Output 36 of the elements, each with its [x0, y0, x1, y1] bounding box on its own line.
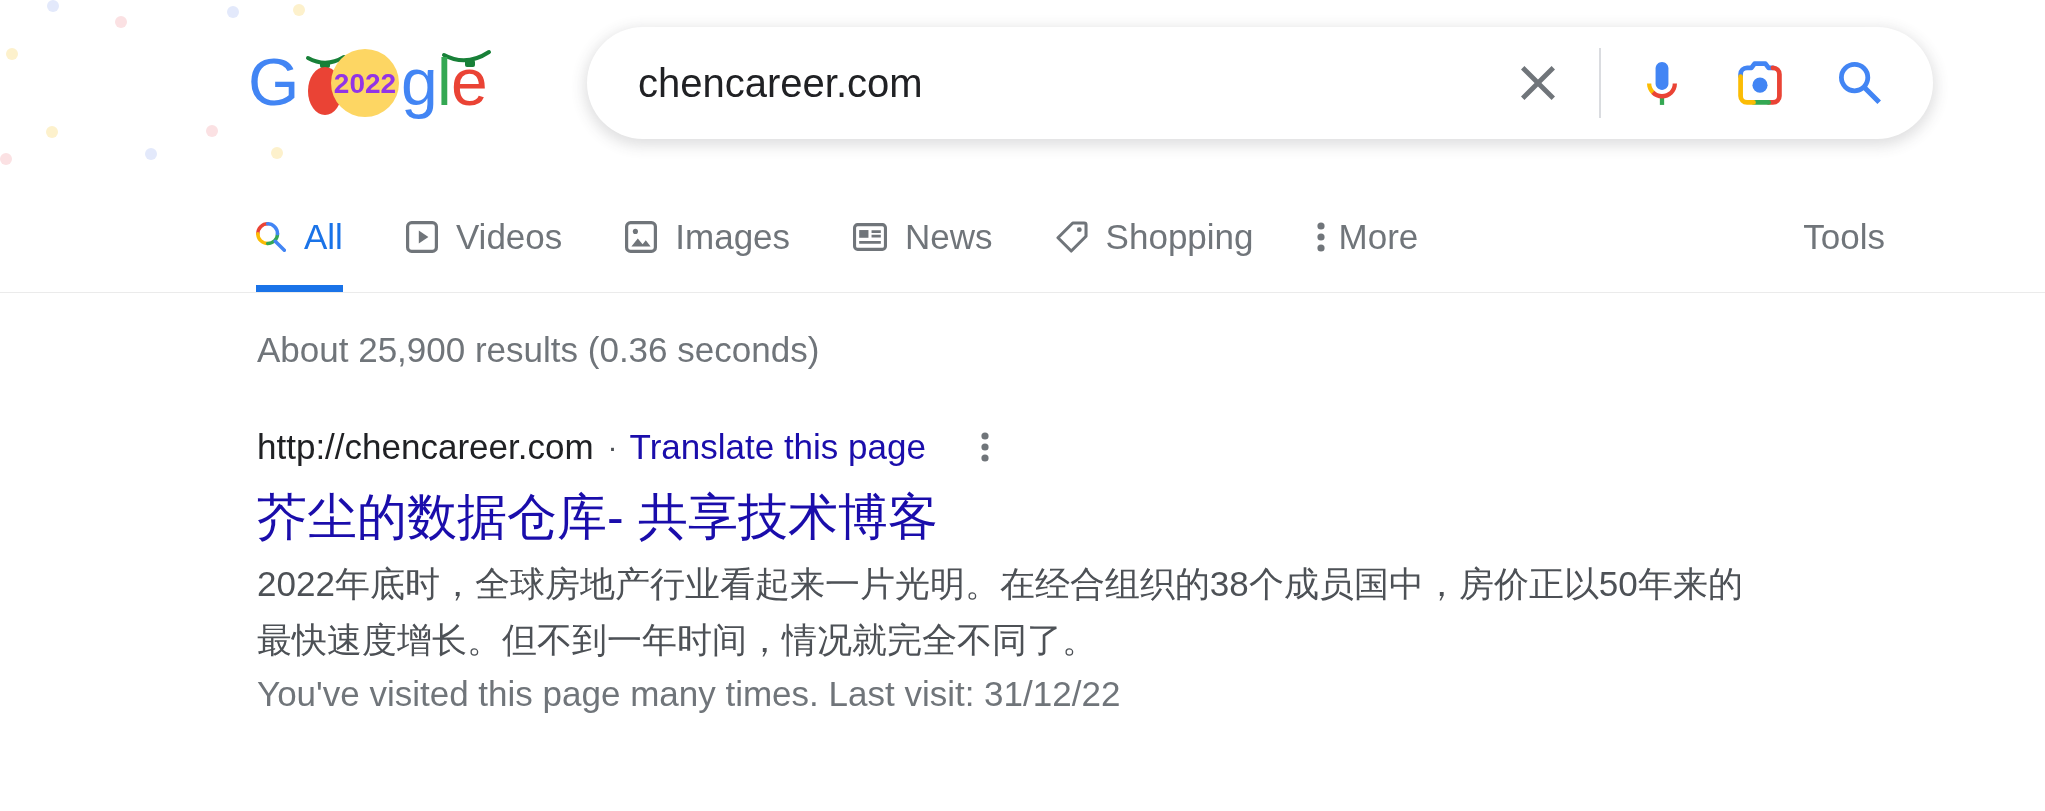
image-icon [625, 221, 658, 253]
translate-link[interactable]: Translate this page [629, 426, 926, 467]
camera-icon [1738, 61, 1782, 105]
tools-button[interactable]: Tools [1803, 182, 1885, 292]
confetti-dot [0, 153, 12, 165]
result-url[interactable]: http://chencareer.com [257, 426, 594, 467]
confetti-dot [271, 147, 283, 159]
confetti-dot [293, 4, 305, 16]
tag-icon [1055, 221, 1088, 253]
play-icon [405, 221, 438, 253]
search-icon [256, 222, 286, 252]
search-icon [1839, 62, 1881, 104]
search-tab[interactable]: News [853, 182, 993, 292]
search-tab[interactable]: More [1316, 182, 1419, 292]
result-snippet: 2022年底时，全球房地产行业看起来一片光明。在经合组织的38个成员国中，房价正以50年来的最快速度增长。但不到一年时间，情况就完全不同了。 [257, 563, 1744, 661]
result-stats: About 25,900 results (0.36 seconds) [257, 329, 820, 371]
search-tab[interactable]: Shopping [1055, 182, 1254, 292]
confetti-dot [145, 148, 157, 160]
visited-note: You've visited this page many times. Last visit: 31/12/22 [257, 673, 1121, 715]
confetti-dot [206, 125, 218, 137]
confetti-dot [6, 48, 18, 60]
confetti-dot [46, 126, 58, 138]
confetti-dot [47, 0, 59, 12]
vertical-dots-icon[interactable] [980, 431, 989, 462]
close-icon [1521, 66, 1555, 100]
confetti-dot [115, 16, 127, 28]
search-tab[interactable]: Videos [405, 182, 563, 292]
vertical-dots-icon [1316, 222, 1325, 252]
search-tab[interactable]: Images [625, 182, 791, 292]
result-title-link[interactable]: 芥尘的数据仓库- 共享技术博客 [257, 487, 938, 547]
search-input[interactable]: chencareer.com [638, 58, 1508, 108]
url-separator: · [607, 429, 618, 464]
search-tab[interactable]: All [256, 182, 343, 292]
microphone-icon [1647, 61, 1677, 105]
newspaper-icon [853, 222, 888, 252]
confetti-dot [227, 6, 239, 18]
